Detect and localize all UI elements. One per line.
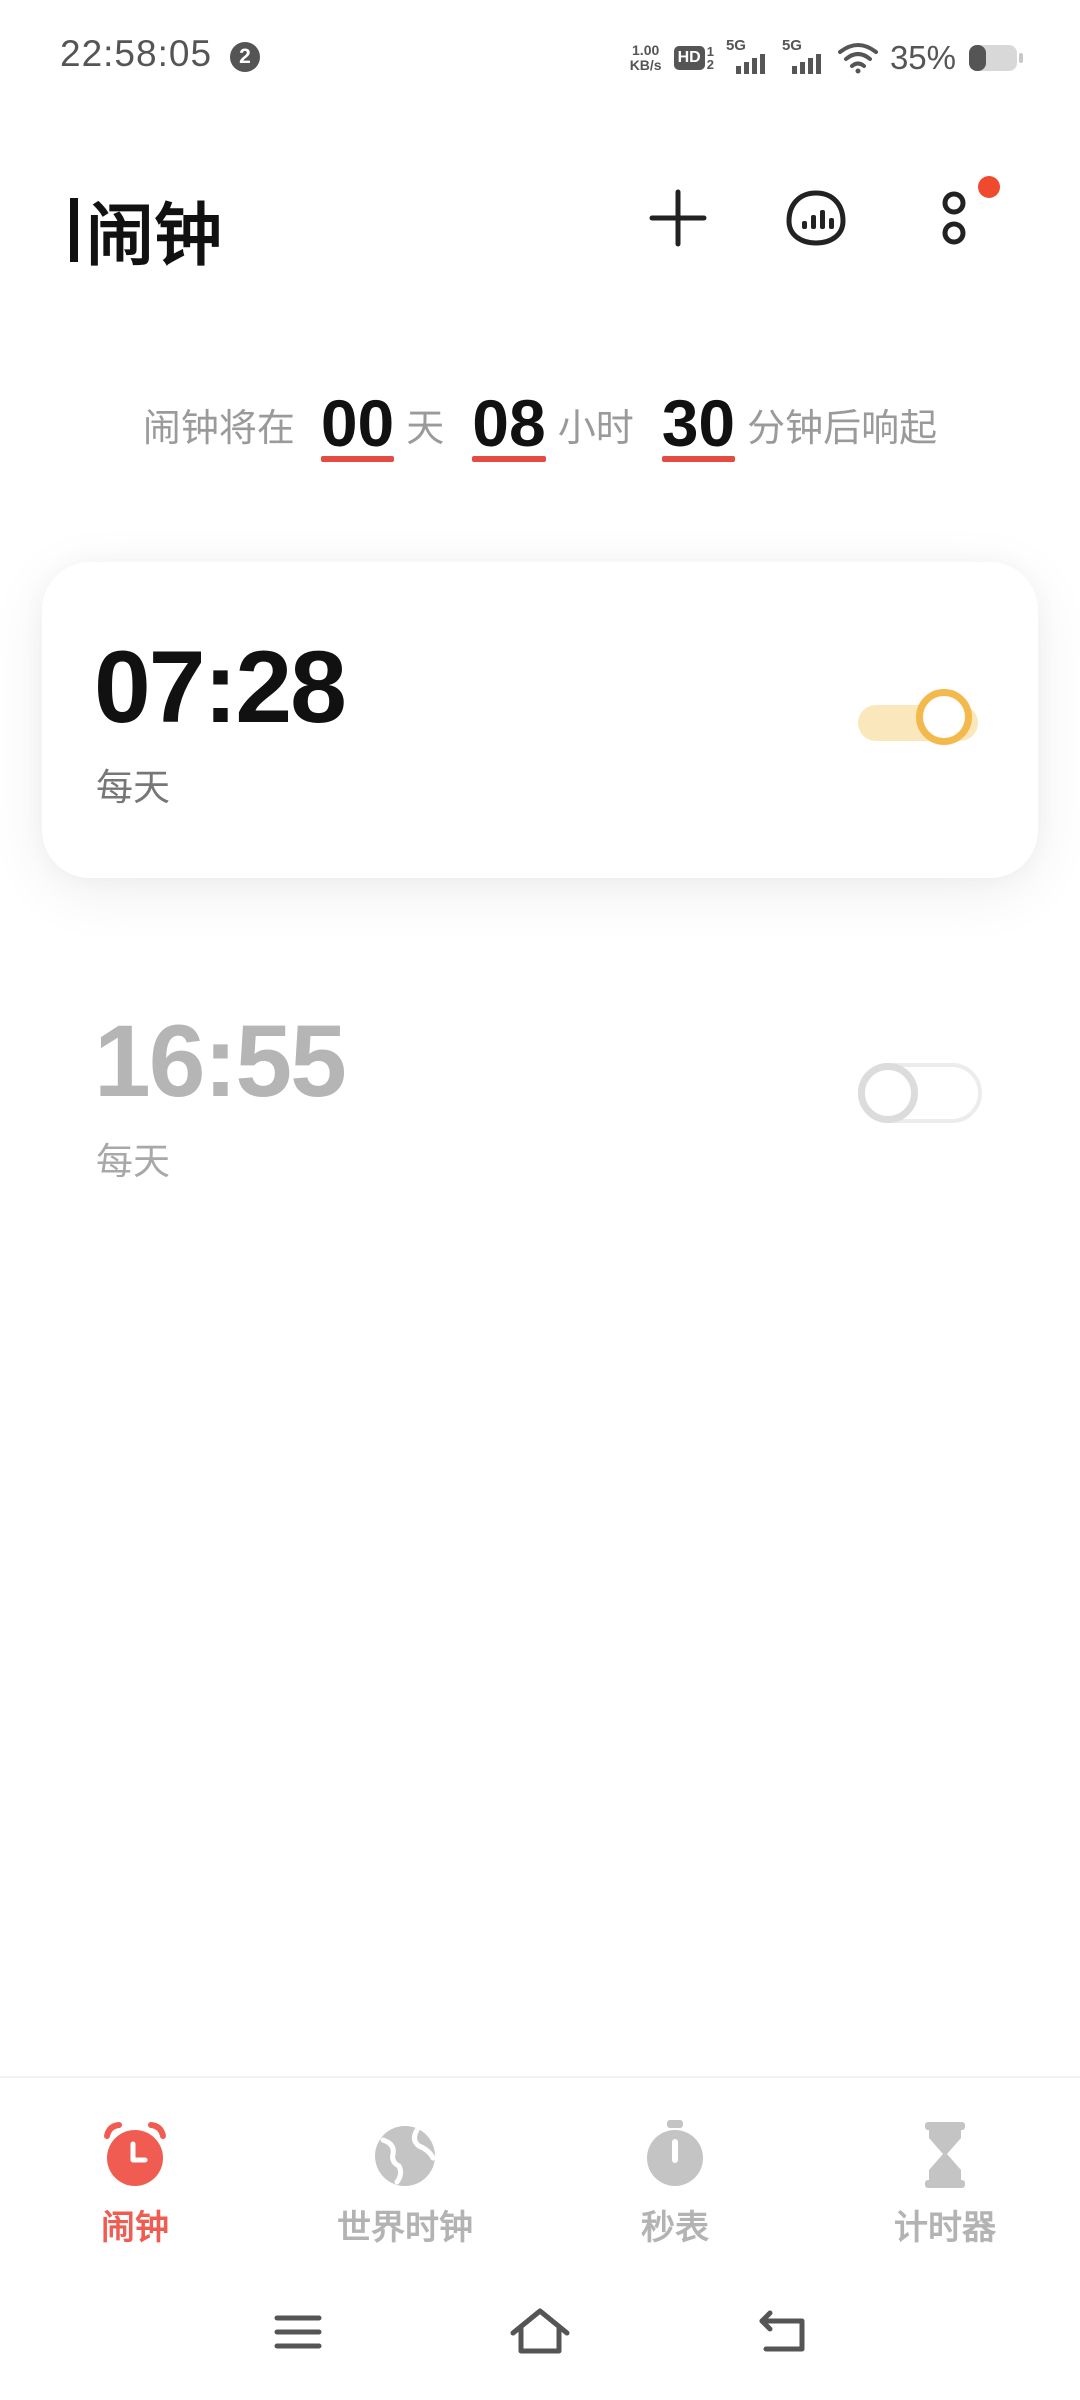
network-speed: 1.00 KB/s [630, 43, 662, 73]
back-button[interactable] [742, 2292, 822, 2372]
ringtone-button[interactable] [776, 178, 856, 258]
countdown-hours-unit: 小时 [557, 408, 634, 450]
tab-label: 计时器 [894, 2209, 996, 2247]
countdown-hours: 08 [472, 386, 547, 462]
page-title: 闹钟 [70, 180, 222, 279]
sim1-signal-icon: 5G [726, 38, 770, 78]
notification-count-badge: 2 [230, 42, 260, 72]
countdown-suffix: 分钟后响起 [747, 408, 938, 450]
more-options-button[interactable] [914, 176, 1000, 258]
tab-stopwatch[interactable]: 秒表 [540, 2078, 810, 2264]
home-icon [510, 2308, 570, 2354]
battery-percent: 35% [889, 39, 956, 76]
globe-icon [375, 2126, 436, 2186]
wifi-icon [837, 43, 878, 74]
alarm-item[interactable]: 07:28 每天 [42, 562, 1038, 878]
hd-voice-indicator: HD 1 2 [673, 45, 714, 72]
clock-app-screen: 22:58:05 2 1.00 KB/s HD 1 2 5G 5G 35% 闹钟… [0, 0, 1080, 2400]
hd-sub-bottom: 2 [706, 57, 714, 72]
status-bar: 22:58:05 2 1.00 KB/s HD 1 2 5G 5G 35% [0, 0, 1080, 110]
stopwatch-icon [647, 2120, 703, 2186]
menu-icon [274, 2315, 322, 2349]
alarm-clock-icon [104, 2122, 166, 2186]
sound-wave-icon [786, 190, 846, 246]
alarm-time: 16:55 [94, 1004, 347, 1118]
sim2-signal-icon: 5G [782, 38, 826, 78]
hd-label: HD [673, 46, 705, 70]
countdown-days-unit: 天 [406, 408, 445, 450]
status-time: 22:58:05 [60, 33, 213, 74]
alarm-toggle[interactable] [858, 1056, 982, 1128]
tab-label: 闹钟 [101, 2209, 169, 2247]
countdown-days: 00 [320, 386, 395, 462]
tab-world-clock[interactable]: 世界时钟 [270, 2078, 540, 2264]
add-alarm-button[interactable] [638, 178, 718, 258]
tab-label: 世界时钟 [337, 2209, 473, 2247]
system-navigation-bar [0, 2262, 1080, 2400]
back-icon [759, 2310, 805, 2352]
home-button[interactable] [500, 2292, 580, 2372]
notification-dot [978, 176, 1000, 198]
countdown-minutes: 30 [661, 386, 736, 462]
tab-label: 秒表 [641, 2209, 709, 2247]
sim2-network-type: 5G [781, 37, 802, 54]
alarm-time: 07:28 [94, 630, 347, 744]
tab-timer[interactable]: 计时器 [810, 2078, 1080, 2264]
battery-icon [969, 45, 1023, 71]
more-icon [942, 191, 966, 245]
alarm-item[interactable]: 16:55 每天 [42, 936, 1038, 1252]
countdown-prefix: 闹钟将在 [142, 408, 295, 450]
hourglass-icon [925, 2122, 965, 2188]
bottom-tab-bar: 闹钟 世界时钟 秒表 计时器 [0, 2076, 1080, 2264]
title-accent-bar [70, 197, 78, 262]
network-speed-unit: KB/s [629, 57, 662, 73]
next-alarm-countdown: 闹钟将在 00 天 08 小时 30 分钟后响起 [0, 380, 1080, 462]
sim1-network-type: 5G [725, 37, 746, 54]
page-title-text: 闹钟 [86, 198, 223, 274]
status-indicators: 1.00 KB/s HD 1 2 5G 5G 35% [630, 36, 1024, 80]
plus-icon [649, 189, 707, 247]
alarm-toggle[interactable] [858, 684, 982, 756]
alarm-repeat: 每天 [96, 767, 170, 808]
recent-apps-button[interactable] [258, 2292, 338, 2372]
network-speed-value: 1.00 [632, 42, 660, 58]
alarm-repeat: 每天 [96, 1141, 170, 1182]
tab-alarm[interactable]: 闹钟 [0, 2078, 270, 2264]
